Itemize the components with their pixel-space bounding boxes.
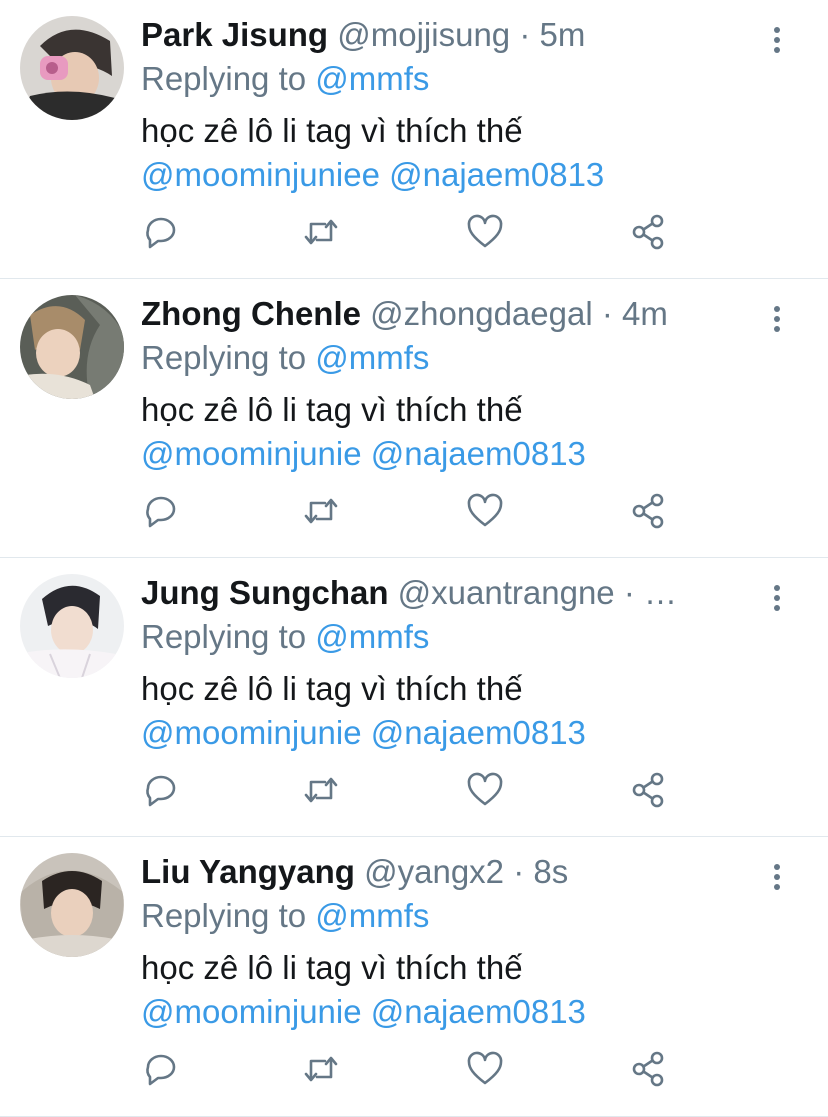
avatar[interactable]: [20, 853, 124, 957]
share-icon[interactable]: [629, 491, 669, 531]
share-icon[interactable]: [629, 212, 669, 252]
like-icon[interactable]: [465, 212, 505, 252]
tweet-text-line: học zê lô li tag vì thích thế: [141, 112, 523, 149]
tweet-content: Park Jisung @mojjisung · 5m Replying to …: [141, 14, 768, 197]
tweet-actions: [141, 770, 681, 810]
handle-and-time: @mojjisung · 5m: [337, 16, 586, 53]
tweet-text-line: học zê lô li tag vì thích thế: [141, 391, 523, 428]
mention-link[interactable]: @moominjunie: [141, 714, 362, 751]
replying-to-label: Replying to: [141, 897, 316, 934]
replying-to: Replying to @mmfs: [141, 337, 768, 379]
tweet-actions: [141, 212, 681, 252]
replying-to: Replying to @mmfs: [141, 895, 768, 937]
retweet-icon[interactable]: [301, 491, 341, 531]
share-icon[interactable]: [629, 1049, 669, 1089]
handle-and-time: @yangx2 · 8s: [364, 853, 569, 890]
reply-feed: Park Jisung @mojjisung · 5m Replying to …: [0, 0, 828, 1117]
tweet-item[interactable]: Jung Sungchan @xuantrangne · … Replying …: [0, 558, 828, 837]
more-vertical-icon[interactable]: [770, 584, 784, 612]
tweet-text: học zê lô li tag vì thích thế @moominjun…: [141, 388, 768, 476]
tweet-text: học zê lô li tag vì thích thế @moominjun…: [141, 946, 768, 1034]
replying-to: Replying to @mmfs: [141, 58, 768, 100]
retweet-icon[interactable]: [301, 1049, 341, 1089]
share-icon[interactable]: [629, 770, 669, 810]
handle-and-time: @xuantrangne · …: [397, 574, 677, 611]
mention-link[interactable]: @moominjunie: [141, 435, 362, 472]
tweet-header: Park Jisung @mojjisung · 5m: [141, 14, 768, 56]
retweet-icon[interactable]: [301, 212, 341, 252]
mention-link[interactable]: @moominjunie: [141, 993, 362, 1030]
like-icon[interactable]: [465, 1049, 505, 1089]
tweet-text: học zê lô li tag vì thích thế @moominjun…: [141, 667, 768, 755]
tweet-text: học zê lô li tag vì thích thế @moominjun…: [141, 109, 768, 197]
retweet-icon[interactable]: [301, 770, 341, 810]
avatar[interactable]: [20, 574, 124, 678]
like-icon[interactable]: [465, 491, 505, 531]
mention-link[interactable]: @najaem0813: [371, 435, 586, 472]
replying-to-label: Replying to: [141, 339, 316, 376]
tweet-item[interactable]: Liu Yangyang @yangx2 · 8s Replying to @m…: [0, 837, 828, 1117]
more-vertical-icon[interactable]: [770, 26, 784, 54]
handle-and-time: @zhongdaegal · 4m: [370, 295, 668, 332]
tweet-content: Liu Yangyang @yangx2 · 8s Replying to @m…: [141, 851, 768, 1034]
display-name[interactable]: Park Jisung: [141, 16, 328, 53]
avatar[interactable]: [20, 16, 124, 120]
replying-to-label: Replying to: [141, 618, 316, 655]
like-icon[interactable]: [465, 770, 505, 810]
mention-link[interactable]: @najaem0813: [371, 993, 586, 1030]
reply-icon[interactable]: [141, 491, 181, 531]
replying-to-handle[interactable]: @mmfs: [315, 897, 429, 934]
tweet-content: Zhong Chenle @zhongdaegal · 4m Replying …: [141, 293, 768, 476]
mention-link[interactable]: @najaem0813: [389, 156, 604, 193]
replying-to-handle[interactable]: @mmfs: [315, 339, 429, 376]
display-name[interactable]: Jung Sungchan: [141, 574, 389, 611]
avatar[interactable]: [20, 295, 124, 399]
tweet-actions: [141, 1049, 681, 1089]
mention-link[interactable]: @moominjuniee: [141, 156, 380, 193]
replying-to-handle[interactable]: @mmfs: [315, 60, 429, 97]
tweet-header: Jung Sungchan @xuantrangne · …: [141, 572, 768, 614]
tweet-content: Jung Sungchan @xuantrangne · … Replying …: [141, 572, 768, 755]
more-vertical-icon[interactable]: [770, 305, 784, 333]
reply-icon[interactable]: [141, 770, 181, 810]
display-name[interactable]: Liu Yangyang: [141, 853, 355, 890]
more-vertical-icon[interactable]: [770, 863, 784, 891]
replying-to-handle[interactable]: @mmfs: [315, 618, 429, 655]
display-name[interactable]: Zhong Chenle: [141, 295, 361, 332]
tweet-text-line: học zê lô li tag vì thích thế: [141, 949, 523, 986]
tweet-text-line: học zê lô li tag vì thích thế: [141, 670, 523, 707]
tweet-header: Liu Yangyang @yangx2 · 8s: [141, 851, 768, 893]
tweet-actions: [141, 491, 681, 531]
reply-icon[interactable]: [141, 1049, 181, 1089]
tweet-item[interactable]: Park Jisung @mojjisung · 5m Replying to …: [0, 0, 828, 279]
mention-link[interactable]: @najaem0813: [371, 714, 586, 751]
reply-icon[interactable]: [141, 212, 181, 252]
tweet-header: Zhong Chenle @zhongdaegal · 4m: [141, 293, 768, 335]
replying-to-label: Replying to: [141, 60, 316, 97]
tweet-item[interactable]: Zhong Chenle @zhongdaegal · 4m Replying …: [0, 279, 828, 558]
replying-to: Replying to @mmfs: [141, 616, 768, 658]
